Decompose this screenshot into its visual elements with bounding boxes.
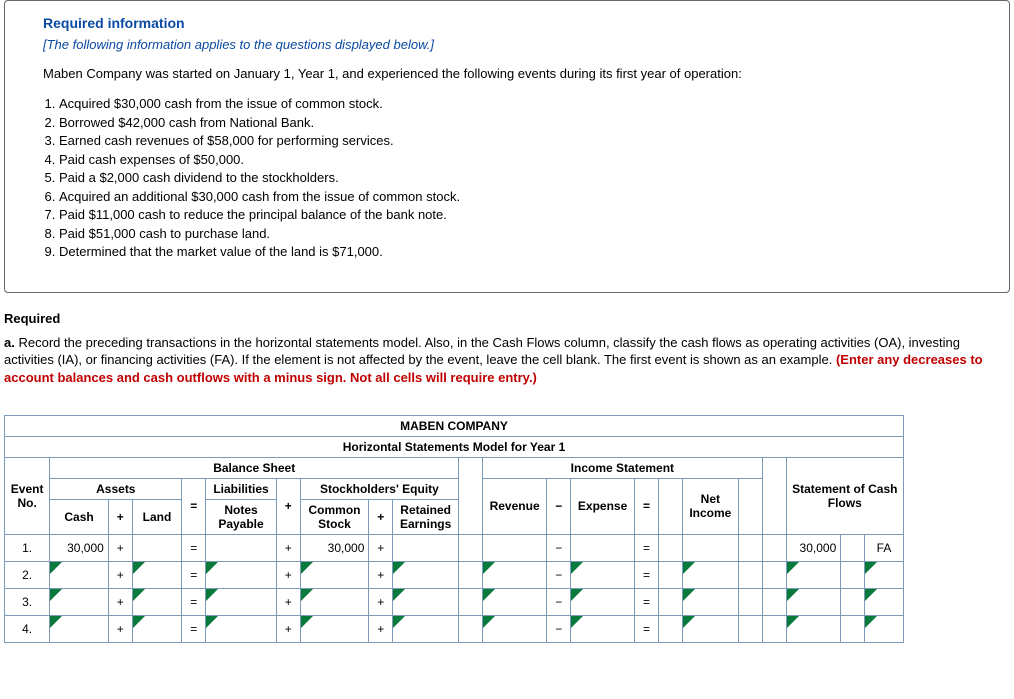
net-income-cell[interactable] xyxy=(682,588,738,615)
scf-amount-cell[interactable]: 30,000 xyxy=(786,534,841,561)
expense-header: Expense xyxy=(571,478,635,534)
land-cell[interactable] xyxy=(132,588,182,615)
event-no-header: Event No. xyxy=(5,457,50,534)
equals-op: = xyxy=(635,478,659,534)
event-item: Acquired $30,000 cash from the issue of … xyxy=(59,95,999,113)
expense-cell[interactable] xyxy=(571,615,635,642)
revenue-cell[interactable] xyxy=(482,561,546,588)
net-income-cell[interactable] xyxy=(682,615,738,642)
equity-header: Stockholders' Equity xyxy=(300,478,458,499)
plus-op: + xyxy=(276,478,300,534)
net-income-header: Net Income xyxy=(682,478,738,534)
scf-amount-cell[interactable] xyxy=(786,615,841,642)
notes-cell[interactable] xyxy=(206,534,277,561)
table-title: MABEN COMPANY xyxy=(5,415,904,436)
event-item: Paid $11,000 cash to reduce the principa… xyxy=(59,206,999,224)
balance-sheet-header: Balance Sheet xyxy=(50,457,459,478)
notes-cell[interactable] xyxy=(206,588,277,615)
retained-earnings-header: Retained Earnings xyxy=(393,499,459,534)
common-cell[interactable]: 30,000 xyxy=(300,534,369,561)
cash-cell[interactable] xyxy=(50,615,109,642)
event-item: Borrowed $42,000 cash from National Bank… xyxy=(59,114,999,132)
table-row: 3. + = + + − = xyxy=(5,588,904,615)
event-item: Acquired an additional $30,000 cash from… xyxy=(59,188,999,206)
info-box: Required information [The following info… xyxy=(4,0,1010,293)
scf-header: Statement of Cash Flows xyxy=(786,457,903,534)
expense-cell[interactable] xyxy=(571,588,635,615)
info-subtitle: [The following information applies to th… xyxy=(43,37,999,52)
common-stock-header: Common Stock xyxy=(300,499,369,534)
retained-cell[interactable] xyxy=(393,534,459,561)
event-no: 1. xyxy=(5,534,50,561)
expense-cell[interactable] xyxy=(571,534,635,561)
table-row: 1. 30,000 + = + 30,000 + − = 30,000 FA xyxy=(5,534,904,561)
equals-op: = xyxy=(182,478,206,534)
scf-type-cell[interactable]: FA xyxy=(865,534,904,561)
event-no: 2. xyxy=(5,561,50,588)
required-section: Required a. Record the preceding transac… xyxy=(4,311,1010,387)
intro-text: Maben Company was started on January 1, … xyxy=(43,66,999,81)
required-heading: Required xyxy=(4,311,1010,326)
scf-amount-cell[interactable] xyxy=(786,561,841,588)
expense-cell[interactable] xyxy=(571,561,635,588)
event-item: Paid cash expenses of $50,000. xyxy=(59,151,999,169)
retained-cell[interactable] xyxy=(393,588,459,615)
statements-model-table: MABEN COMPANY Horizontal Statements Mode… xyxy=(4,415,904,643)
event-item: Paid a $2,000 cash dividend to the stock… xyxy=(59,169,999,187)
plus-op: + xyxy=(108,499,132,534)
retained-cell[interactable] xyxy=(393,561,459,588)
scf-type-cell[interactable] xyxy=(865,588,904,615)
land-cell[interactable] xyxy=(132,561,182,588)
notes-cell[interactable] xyxy=(206,561,277,588)
land-header: Land xyxy=(132,499,182,534)
scf-type-cell[interactable] xyxy=(865,561,904,588)
revenue-cell[interactable] xyxy=(482,588,546,615)
net-income-cell[interactable] xyxy=(682,534,738,561)
table-row: 4. + = + + − = xyxy=(5,615,904,642)
event-item: Determined that the market value of the … xyxy=(59,243,999,261)
revenue-header: Revenue xyxy=(482,478,546,534)
scf-type-cell[interactable] xyxy=(865,615,904,642)
cash-cell[interactable] xyxy=(50,588,109,615)
revenue-cell[interactable] xyxy=(482,534,546,561)
minus-op: − xyxy=(547,478,571,534)
common-cell[interactable] xyxy=(300,615,369,642)
event-no: 4. xyxy=(5,615,50,642)
event-item: Earned cash revenues of $58,000 for perf… xyxy=(59,132,999,150)
net-income-cell[interactable] xyxy=(682,561,738,588)
retained-cell[interactable] xyxy=(393,615,459,642)
event-item: Paid $51,000 cash to purchase land. xyxy=(59,225,999,243)
required-text: Record the preceding transactions in the… xyxy=(4,335,960,368)
land-cell[interactable] xyxy=(132,534,182,561)
notes-payable-header: Notes Payable xyxy=(206,499,277,534)
scf-amount-cell[interactable] xyxy=(786,588,841,615)
event-no: 3. xyxy=(5,588,50,615)
table-row: 2. + = + + − = xyxy=(5,561,904,588)
events-list: Acquired $30,000 cash from the issue of … xyxy=(43,95,999,261)
notes-cell[interactable] xyxy=(206,615,277,642)
info-title: Required information xyxy=(43,15,999,31)
cash-header: Cash xyxy=(50,499,109,534)
required-label: a. xyxy=(4,335,15,350)
table-subtitle: Horizontal Statements Model for Year 1 xyxy=(5,436,904,457)
common-cell[interactable] xyxy=(300,588,369,615)
cash-cell[interactable]: 30,000 xyxy=(50,534,109,561)
cash-cell[interactable] xyxy=(50,561,109,588)
common-cell[interactable] xyxy=(300,561,369,588)
income-statement-header: Income Statement xyxy=(482,457,762,478)
required-body: a. Record the preceding transactions in … xyxy=(4,334,1010,387)
land-cell[interactable] xyxy=(132,615,182,642)
assets-header: Assets xyxy=(50,478,182,499)
revenue-cell[interactable] xyxy=(482,615,546,642)
liabilities-header: Liabilities xyxy=(206,478,277,499)
plus-op: + xyxy=(369,499,393,534)
